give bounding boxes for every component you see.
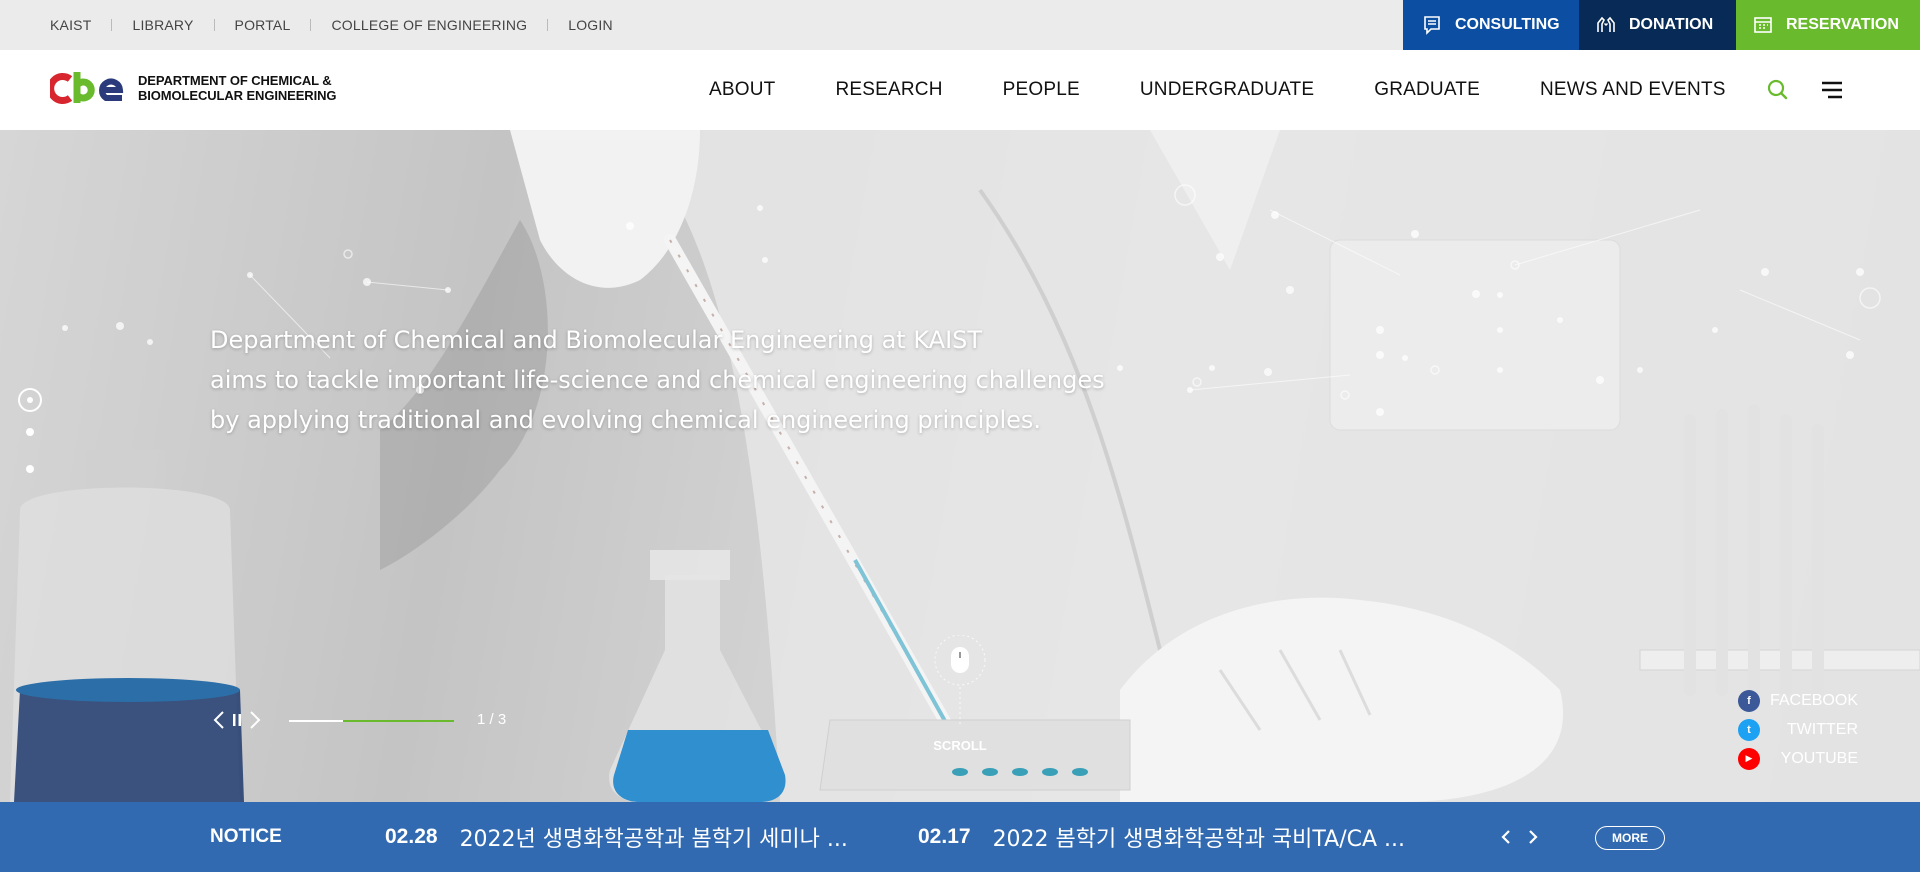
- notice-date: 02.28: [385, 825, 438, 848]
- utility-link-login[interactable]: LOGIN: [568, 17, 613, 33]
- social-twitter-link[interactable]: t TWITTER: [1738, 715, 1858, 744]
- notice-text: 2022년 생명화학공학과 봄학기 세미나 ...: [459, 827, 848, 852]
- chevron-left-icon: [1501, 830, 1510, 844]
- notice-title: NOTICE: [210, 826, 282, 847]
- utility-link-college-of-engineering[interactable]: COLLEGE OF ENGINEERING: [331, 17, 527, 33]
- nav-about[interactable]: ABOUT: [709, 79, 775, 101]
- chevron-right-icon: [250, 711, 261, 729]
- pause-slide-button[interactable]: [228, 710, 246, 730]
- hands-heart-icon: [1595, 14, 1617, 36]
- utility-links: KAIST LIBRARY PORTAL COLLEGE OF ENGINEER…: [50, 0, 613, 50]
- nav-news-and-events[interactable]: NEWS AND EVENTS: [1540, 79, 1726, 101]
- notice-date: 02.17: [918, 825, 971, 848]
- pause-icon: [233, 714, 241, 726]
- prev-slide-button[interactable]: [210, 710, 228, 730]
- search-button[interactable]: [1766, 78, 1790, 102]
- menu-button[interactable]: [1820, 80, 1844, 100]
- notice-prev-button[interactable]: [1496, 827, 1516, 847]
- donation-label: DONATION: [1629, 16, 1714, 33]
- main-nav: ABOUT RESEARCH PEOPLE UNDERGRADUATE GRAD…: [709, 50, 1726, 130]
- cbe-logo-mark: [50, 72, 124, 104]
- twitter-label: TWITTER: [1786, 720, 1858, 738]
- notice-item-2[interactable]: 02.17 2022 봄학기 생명화학공학과 국비TA/CA ...: [918, 802, 1405, 872]
- quick-buttons: CONSULTING DONATION RESERVATION: [1403, 0, 1920, 50]
- utility-bar: KAIST LIBRARY PORTAL COLLEGE OF ENGINEER…: [0, 0, 1920, 50]
- utility-link-portal[interactable]: PORTAL: [235, 17, 291, 33]
- building-calendar-icon: [1752, 14, 1774, 36]
- hero-line-1: Department of Chemical and Biomolecular …: [210, 326, 983, 354]
- social-youtube-link[interactable]: ▶ YOUTUBE: [1738, 744, 1858, 773]
- utility-link-kaist[interactable]: KAIST: [50, 17, 91, 33]
- chat-document-icon: [1421, 14, 1443, 36]
- main-header: DEPARTMENT OF CHEMICAL & BIOMOLECULAR EN…: [0, 50, 1920, 130]
- hero-line-3: by applying traditional and evolving che…: [210, 406, 1042, 434]
- divider: [547, 19, 549, 31]
- hero-headline: Department of Chemical and Biomolecular …: [210, 320, 1105, 440]
- scroll-indicator[interactable]: SCROLL: [930, 634, 990, 753]
- facebook-label: FACEBOOK: [1769, 691, 1858, 709]
- search-icon: [1767, 79, 1788, 100]
- divider: [213, 19, 215, 31]
- slide-dot-1[interactable]: [18, 388, 42, 412]
- slide-dot-3[interactable]: [26, 465, 34, 473]
- department-name-line2: BIOMOLECULAR ENGINEERING: [138, 88, 337, 103]
- nav-research[interactable]: RESEARCH: [835, 79, 942, 101]
- department-name-line1: DEPARTMENT OF CHEMICAL &: [138, 73, 332, 88]
- nav-people[interactable]: PEOPLE: [1003, 79, 1080, 101]
- hero-line-2: aims to tackle important life-science an…: [210, 366, 1105, 394]
- slide-counter: 1 / 3: [477, 711, 507, 728]
- next-slide-button[interactable]: [246, 710, 264, 730]
- mouse-scroll-icon: [934, 634, 986, 727]
- notice-text: 2022 봄학기 생명화학공학과 국비TA/CA ...: [992, 827, 1405, 852]
- nav-graduate[interactable]: GRADUATE: [1374, 79, 1480, 101]
- chevron-right-icon: [1529, 830, 1538, 844]
- notice-item-1[interactable]: 02.28 2022년 생명화학공학과 봄학기 세미나 ...: [385, 802, 848, 872]
- slide-progress-fill: [289, 720, 344, 722]
- youtube-label: YOUTUBE: [1780, 749, 1858, 767]
- hero-slider: Department of Chemical and Biomolecular …: [0, 130, 1920, 802]
- notice-more-button[interactable]: MORE: [1595, 826, 1665, 850]
- utility-link-library[interactable]: LIBRARY: [132, 17, 193, 33]
- reservation-label: RESERVATION: [1786, 16, 1899, 33]
- chevron-left-icon: [213, 711, 224, 729]
- divider: [310, 19, 312, 31]
- consulting-label: CONSULTING: [1455, 16, 1560, 33]
- department-name: DEPARTMENT OF CHEMICAL & BIOMOLECULAR EN…: [138, 73, 336, 103]
- consulting-button[interactable]: CONSULTING: [1403, 0, 1579, 50]
- department-logo[interactable]: DEPARTMENT OF CHEMICAL & BIOMOLECULAR EN…: [50, 70, 336, 106]
- donation-button[interactable]: DONATION: [1579, 0, 1736, 50]
- notice-next-button[interactable]: [1523, 827, 1543, 847]
- reservation-button[interactable]: RESERVATION: [1736, 0, 1920, 50]
- social-facebook-link[interactable]: f FACEBOOK: [1738, 686, 1858, 715]
- scroll-label: SCROLL: [933, 738, 987, 753]
- notice-bar: NOTICE 02.28 2022년 생명화학공학과 봄학기 세미나 ... 0…: [0, 802, 1920, 872]
- slider-controls: [210, 710, 264, 730]
- nav-undergraduate[interactable]: UNDERGRADUATE: [1140, 79, 1314, 101]
- slide-progress-bar[interactable]: [289, 720, 454, 722]
- slide-dot-2[interactable]: [26, 428, 34, 436]
- divider: [111, 19, 113, 31]
- social-links: f FACEBOOK t TWITTER ▶ YOUTUBE: [1738, 686, 1858, 773]
- hamburger-menu-icon: [1822, 81, 1842, 99]
